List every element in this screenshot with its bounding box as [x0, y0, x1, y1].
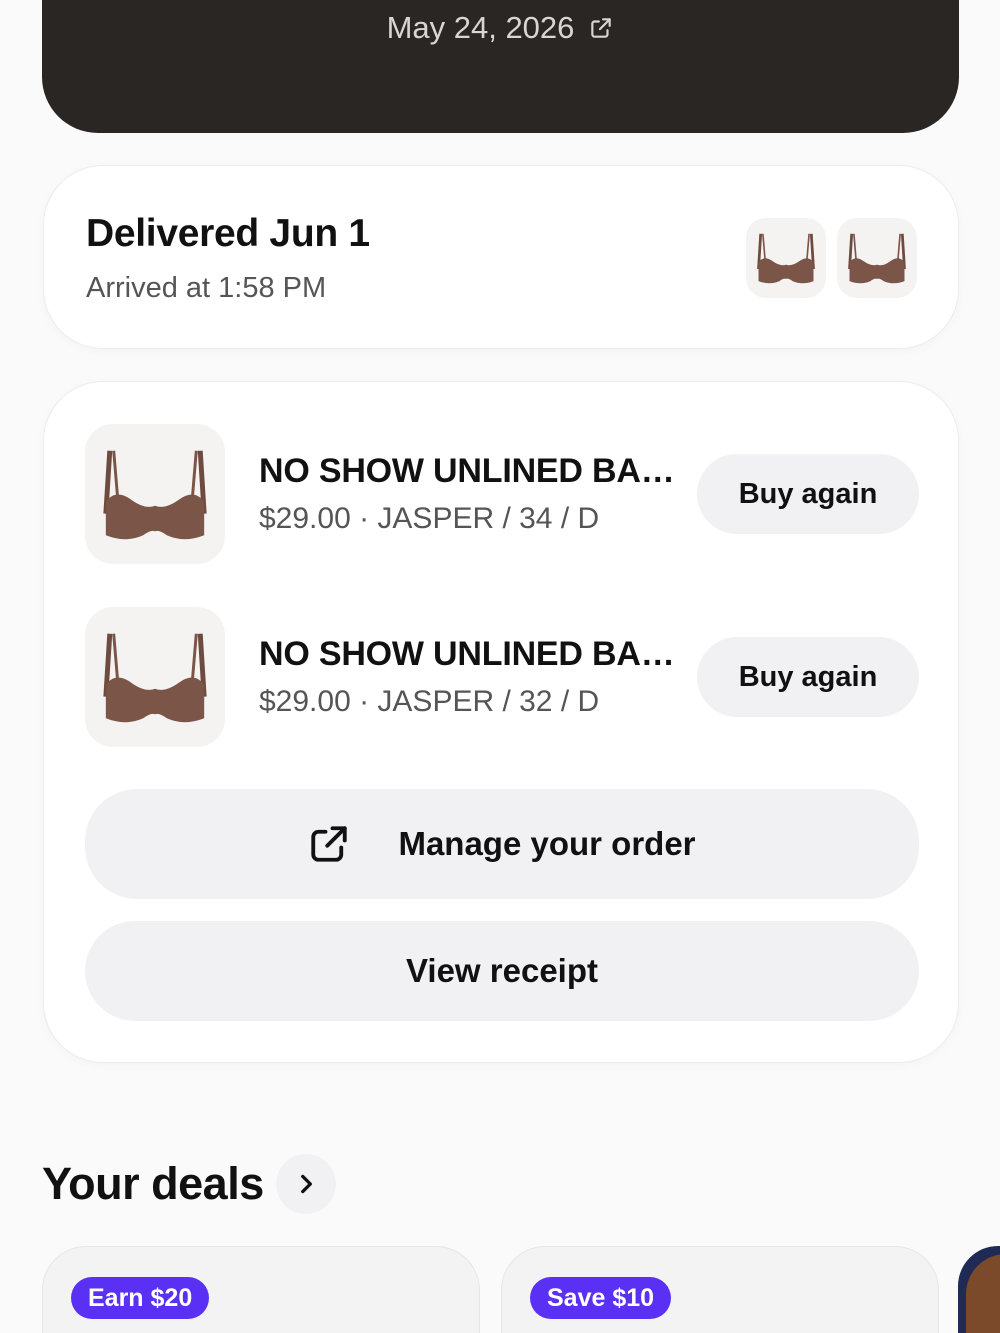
external-link-icon [311, 826, 348, 862]
buy-again-button[interactable]: Buy again [697, 454, 919, 534]
item-price-variant: $29.00 · JASPER / 34 / D [259, 502, 600, 535]
deals-title: Your deals [42, 1158, 264, 1209]
delivery-status-card[interactable]: Delivered Jun 1 Arrived at 1:58 PM [43, 165, 959, 349]
deals-chevron-button[interactable] [275, 1154, 336, 1214]
external-link-icon [591, 18, 612, 38]
order-items-card: NO SHOW UNLINED BA… $29.00 · JASPER / 34… [43, 381, 959, 1063]
delivery-subtitle: Arrived at 1:58 PM [86, 272, 327, 304]
deal-badge: Earn $20 [71, 1277, 210, 1319]
delivery-thumbnail-1 [746, 218, 826, 298]
buy-again-button[interactable]: Buy again [697, 637, 919, 717]
item-name: NO SHOW UNLINED BA… [259, 635, 675, 673]
bra-product-icon [103, 450, 207, 540]
order-item-row[interactable]: NO SHOW UNLINED BA… $29.00 · JASPER / 32… [85, 607, 919, 747]
bra-product-icon [103, 633, 207, 723]
order-item-row[interactable]: NO SHOW UNLINED BA… $29.00 · JASPER / 34… [85, 424, 919, 564]
order-date-row[interactable]: May 24, 2026 [42, 10, 959, 46]
chevron-right-icon [300, 1174, 312, 1194]
deal-peek-photo [966, 1254, 1000, 1333]
order-header-card: May 24, 2026 [42, 0, 959, 133]
deal-card[interactable]: Save $10 [501, 1246, 939, 1333]
deals-header[interactable]: Your deals [42, 1154, 336, 1214]
manage-order-button[interactable]: Manage your order [85, 789, 919, 899]
deal-card[interactable]: Earn $20 [42, 1246, 480, 1333]
order-date: May 24, 2026 [386, 10, 575, 45]
delivery-thumbnail-2 [837, 218, 917, 298]
view-receipt-button[interactable]: View receipt [85, 921, 919, 1021]
item-thumbnail[interactable] [85, 424, 225, 564]
deal-badge: Save $10 [530, 1277, 672, 1319]
bra-thumbnail-icon [848, 233, 906, 284]
item-name: NO SHOW UNLINED BA… [259, 452, 675, 490]
manage-order-label: Manage your order [398, 825, 696, 862]
deal-card-peek-image[interactable] [958, 1246, 1000, 1333]
item-price-variant: $29.00 · JASPER / 32 / D [259, 685, 600, 718]
order-details-page: May 24, 2026 Delivered Jun 1 Arrived at … [0, 0, 1000, 1333]
view-receipt-label: View receipt [406, 952, 598, 989]
delivery-title: Delivered Jun 1 [86, 212, 370, 255]
bra-thumbnail-icon [757, 233, 815, 284]
item-thumbnail[interactable] [85, 607, 225, 747]
